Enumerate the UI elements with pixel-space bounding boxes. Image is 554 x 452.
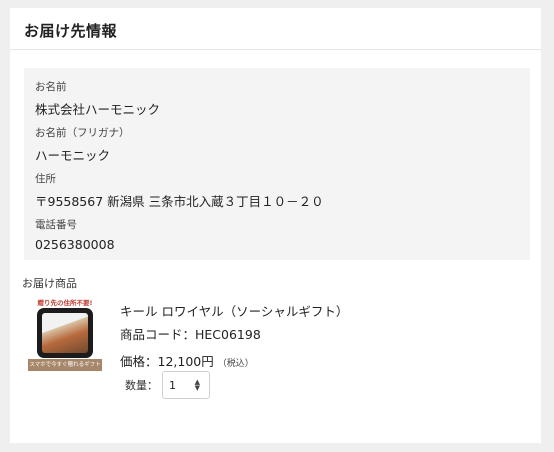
quantity-label: 数量： xyxy=(125,379,158,392)
name-field: お名前 株式会社ハーモニック xyxy=(35,79,160,118)
quantity-row: 数量： 1 ▲ ▼ xyxy=(125,371,210,399)
price-row: 価格：12,100円 （税込） xyxy=(120,351,348,370)
tax-note: （税込） xyxy=(217,359,254,369)
product-image: 贈り先の住所不要! スマホで今すぐ贈れるギフト xyxy=(28,297,102,371)
kana-label: お名前（フリガナ） xyxy=(35,127,130,139)
address-value: 〒9558567 新潟県 三条市北入蔵３丁目１０－２０ xyxy=(35,194,324,209)
thumb-top-text: 贈り先の住所不要! xyxy=(37,299,93,307)
phone-illustration xyxy=(37,308,93,358)
kana-field: お名前（フリガナ） ハーモニック xyxy=(35,125,130,164)
up-down-arrows-icon: ▲ ▼ xyxy=(194,378,200,392)
products-section-label: お届け商品 xyxy=(22,277,77,290)
thumb-bottom-text: スマホで今すぐ贈れるギフト xyxy=(28,359,102,371)
address-field: 住所 〒9558567 新潟県 三条市北入蔵３丁目１０－２０ xyxy=(35,171,324,210)
recipient-info-box: お名前 株式会社ハーモニック お名前（フリガナ） ハーモニック 住所 〒9558… xyxy=(24,68,530,260)
phone-screen xyxy=(42,313,88,353)
product-name: キール ロワイヤル（ソーシャルギフト） xyxy=(120,304,349,319)
phone-value: 0256380008 xyxy=(35,237,115,252)
name-label: お名前 xyxy=(35,81,67,93)
page-title: お届け先情報 xyxy=(24,22,118,40)
delivery-info-card: お届け先情報 お名前 株式会社ハーモニック お名前（フリガナ） ハーモニック 住… xyxy=(10,8,541,443)
card-header: お届け先情報 xyxy=(10,8,541,50)
phone-field: 電話番号 0256380008 xyxy=(35,217,115,252)
product-code: 商品コード：HEC06198 xyxy=(120,327,261,342)
product-price: 価格：12,100円 xyxy=(120,354,214,369)
quantity-value: 1 xyxy=(169,378,176,392)
address-label: 住所 xyxy=(35,173,56,185)
kana-value: ハーモニック xyxy=(35,148,111,163)
phone-label: 電話番号 xyxy=(35,219,77,231)
product-info: キール ロワイヤル（ソーシャルギフト） 商品コード：HEC06198 価格：12… xyxy=(120,301,348,370)
name-value: 株式会社ハーモニック xyxy=(35,102,161,117)
quantity-select[interactable]: 1 ▲ ▼ xyxy=(162,371,210,399)
